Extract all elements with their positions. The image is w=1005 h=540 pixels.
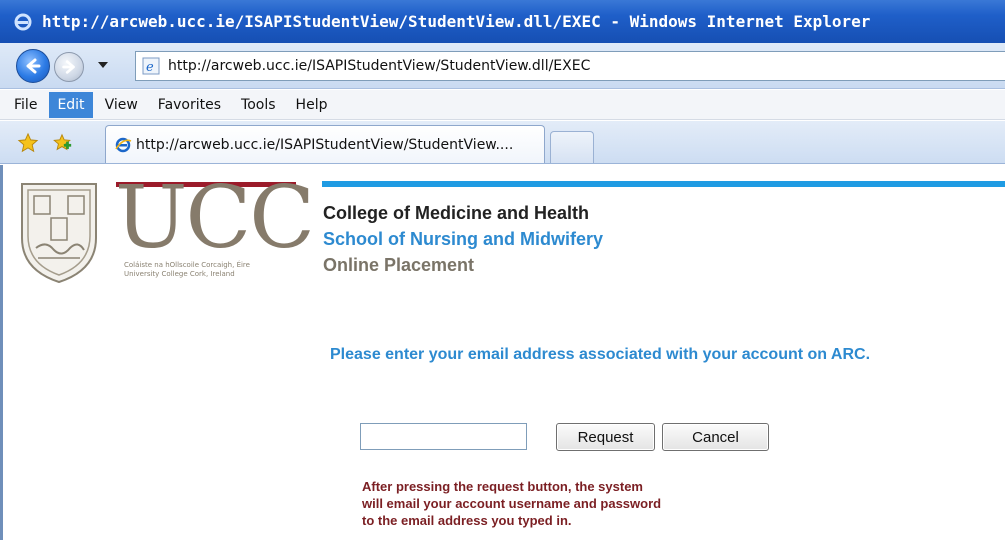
window-titlebar[interactable]: http://arcweb.ucc.ie/ISAPIStudentView/St… (0, 0, 1005, 43)
menu-edit[interactable]: Edit (49, 91, 93, 118)
school-heading: School of Nursing and Midwifery (323, 229, 604, 249)
tab-bar: http://arcweb.ucc.ie/ISAPIStudentView/St… (0, 121, 1005, 164)
address-bar[interactable]: e http://arcweb.ucc.ie/ISAPIStudentView/… (135, 51, 1005, 81)
email-instruction: Please enter your email address associat… (330, 346, 871, 363)
cancel-button[interactable]: Cancel (662, 423, 769, 451)
college-heading: College of Medicine and Health (323, 203, 590, 223)
header-blue-rule (322, 181, 1005, 187)
menu-favorites[interactable]: Favorites (150, 92, 229, 118)
add-favorite-icon[interactable] (50, 131, 74, 155)
note-line: to the email address you typed in. (362, 513, 572, 528)
window-left-border (0, 165, 3, 540)
email-input[interactable] (360, 423, 527, 450)
section-heading: Online Placement (323, 255, 475, 275)
address-url[interactable]: http://arcweb.ucc.ie/ISAPIStudentView/St… (168, 58, 590, 74)
ucc-wordmark: UCC (115, 168, 315, 268)
history-dropdown-button[interactable] (94, 57, 112, 75)
favorites-star-icon[interactable] (16, 131, 40, 155)
note-line: will email your account username and pas… (362, 496, 662, 511)
request-note: After pressing the request button, the s… (362, 478, 661, 529)
menu-view[interactable]: View (97, 92, 146, 118)
request-button[interactable]: Request (556, 423, 655, 451)
tab-current-page[interactable]: http://arcweb.ucc.ie/ISAPIStudentView/St… (105, 125, 545, 163)
ie-icon (12, 11, 34, 33)
back-arrow-icon (26, 58, 41, 74)
ucc-wordmark-subtitle: Coláiste na hOllscoile Corcaigh, Éire Un… (124, 261, 250, 278)
chevron-down-icon (98, 62, 108, 68)
svg-text:e: e (146, 60, 154, 75)
navigation-bar: e http://arcweb.ucc.ie/ISAPIStudentView/… (0, 43, 1005, 89)
ie-page-icon (115, 137, 132, 152)
forward-arrow-icon (62, 60, 75, 74)
ucc-crest-logo (21, 183, 97, 284)
note-line: After pressing the request button, the s… (362, 479, 643, 494)
menu-file[interactable]: File (6, 92, 45, 118)
new-tab-button[interactable] (550, 131, 594, 163)
back-button[interactable] (16, 49, 50, 83)
menu-help[interactable]: Help (288, 92, 336, 118)
forward-button[interactable] (54, 52, 84, 82)
tab-label: http://arcweb.ucc.ie/ISAPIStudentView/St… (136, 136, 514, 153)
window-title: http://arcweb.ucc.ie/ISAPIStudentView/St… (42, 12, 871, 31)
menu-bar: File Edit View Favorites Tools Help (0, 90, 1005, 120)
menu-tools[interactable]: Tools (233, 92, 284, 118)
page-icon: e (142, 57, 160, 75)
